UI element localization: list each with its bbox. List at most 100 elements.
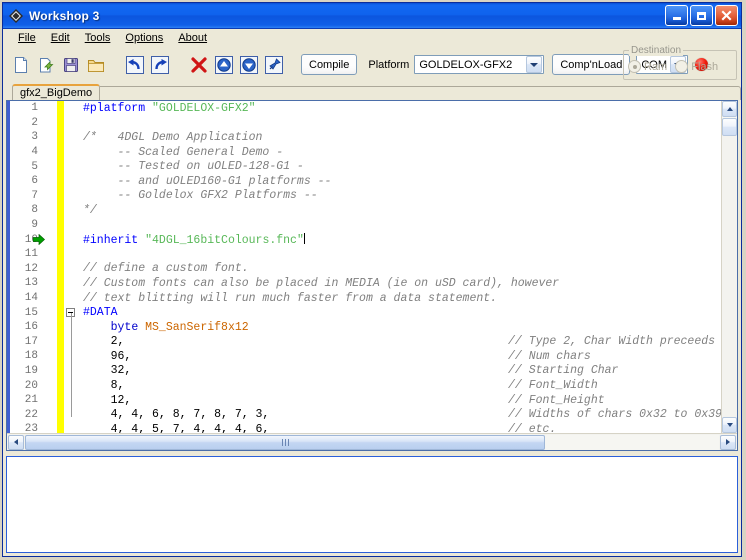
- bookmark-button[interactable]: [262, 53, 286, 77]
- editor-left-margin: [7, 101, 10, 433]
- line-number: 1: [31, 102, 38, 115]
- scroll-left-button[interactable]: [8, 434, 24, 450]
- code-line: 1 #platform "GOLDELOX-GFX2": [7, 101, 721, 116]
- code-token: -- Tested on uOLED-128-G1 -: [83, 160, 304, 174]
- redo-button[interactable]: [148, 53, 172, 77]
- chevron-right-icon: [726, 439, 730, 445]
- destination-radio-ram[interactable]: Ram: [628, 60, 667, 73]
- open-file-button[interactable]: [34, 53, 58, 77]
- compile-button[interactable]: Compile: [301, 54, 358, 75]
- code-line-text: // define a custom font.: [77, 262, 721, 275]
- code-text-area[interactable]: 1 #platform "GOLDELOX-GFX2" 2 3/* 4DGL Demo…: [7, 101, 721, 433]
- nav-down-button[interactable]: [237, 53, 261, 77]
- minimize-button[interactable]: [665, 5, 688, 26]
- editor-vertical-scrollbar[interactable]: [721, 101, 737, 433]
- editor-horizontal-scrollbar[interactable]: [7, 433, 737, 450]
- delete-button[interactable]: [187, 53, 211, 77]
- tab-label: gfx2_BigDemo: [20, 87, 93, 99]
- vscroll-thumb[interactable]: [722, 118, 737, 136]
- title-bar: Workshop 3: [3, 3, 741, 29]
- modified-line-bar: [57, 363, 64, 379]
- maximize-button[interactable]: [690, 5, 713, 26]
- vscroll-track[interactable]: [722, 136, 737, 417]
- code-trailing-comment: // Font_Height: [508, 393, 605, 407]
- menu-edit-label: Edit: [50, 32, 70, 44]
- code-token: // define a custom font.: [83, 262, 249, 276]
- code-line: 3 /* 4DGL Demo Application: [7, 130, 721, 145]
- nav-down-icon: [240, 55, 258, 74]
- code-line-text: 4, 4, 5, 7, 4, 4, 4, 6, // etc.: [77, 423, 721, 433]
- code-line-text: #platform "GOLDELOX-GFX2": [77, 102, 721, 115]
- scroll-down-button[interactable]: [722, 417, 737, 433]
- platform-chevron-down-icon[interactable]: [526, 56, 543, 73]
- platform-label: Platform: [368, 58, 410, 71]
- hscroll-track[interactable]: [545, 434, 719, 450]
- line-number: 20: [24, 379, 38, 392]
- code-line: 10 #inherit "4DGL_16bitColours.fnc": [7, 232, 721, 247]
- menu-edit[interactable]: Edit: [44, 30, 78, 46]
- code-line: 17 2, // Type 2, Char Width preceeds ch: [7, 334, 721, 350]
- modified-line-bar: [57, 422, 64, 433]
- editor-tab-strip: gfx2_BigDemo: [3, 82, 741, 100]
- destination-flash-label: Flash: [691, 60, 719, 73]
- code-token: 4, 4, 5, 7, 4, 4, 4, 6,: [83, 422, 270, 433]
- nav-up-button[interactable]: [212, 53, 236, 77]
- modified-line-bar: [57, 319, 64, 335]
- modified-line-bar: [57, 349, 64, 364]
- platform-select[interactable]: GOLDELOX-GFX2: [414, 55, 545, 74]
- code-line-text: 4, 4, 6, 8, 7, 8, 7, 3, // Widths of char…: [77, 408, 721, 421]
- modified-line-bar: [57, 144, 64, 160]
- modified-line-bar: [57, 188, 64, 204]
- compnload-button[interactable]: Comp'nLoad: [552, 54, 631, 75]
- chevron-up-icon: [726, 107, 733, 111]
- line-number: 19: [24, 364, 38, 377]
- code-line: 16 byte MS_SanSerif8x12: [7, 319, 721, 335]
- line-number: 16: [24, 321, 38, 334]
- code-editor-body: 1 #platform "GOLDELOX-GFX2" 2 3/* 4DGL Demo…: [7, 101, 737, 433]
- new-file-button[interactable]: [9, 53, 33, 77]
- hscroll-thumb[interactable]: [25, 434, 545, 450]
- radio-selected-icon: [628, 60, 641, 73]
- folder-button[interactable]: [84, 53, 108, 77]
- code-line-text: #inherit "4DGL_16bitColours.fnc": [77, 232, 721, 247]
- code-line-text: byte MS_SanSerif8x12: [77, 321, 721, 334]
- code-line: 18 96, // Num chars: [7, 349, 721, 364]
- menu-tools[interactable]: Tools: [78, 30, 119, 46]
- tab-gfx2-bigdemo[interactable]: gfx2_BigDemo: [12, 84, 101, 100]
- panel-divider: [3, 451, 741, 453]
- scroll-right-button[interactable]: [720, 434, 736, 450]
- code-trailing-comment: // etc.: [508, 422, 557, 433]
- menu-options[interactable]: Options: [118, 30, 171, 46]
- code-line: 19 32, // Starting Char: [7, 363, 721, 379]
- line-marker-gutter[interactable]: [33, 234, 57, 246]
- line-number: 17: [24, 335, 38, 348]
- code-line-text: #DATA: [77, 306, 721, 319]
- save-file-button[interactable]: [59, 53, 83, 77]
- menu-about[interactable]: About: [171, 30, 215, 46]
- code-fold-gutter[interactable]: [64, 308, 77, 418]
- menu-file[interactable]: File: [11, 30, 44, 46]
- save-file-icon: [64, 57, 78, 72]
- line-number: 2: [31, 116, 38, 129]
- modified-line-bar: [57, 173, 64, 189]
- output-panel[interactable]: [6, 456, 738, 553]
- modified-line-bar: [57, 334, 64, 350]
- hscroll-grip-icon: [281, 438, 289, 446]
- undo-button[interactable]: [123, 53, 147, 77]
- destination-radio-flash[interactable]: Flash: [675, 60, 718, 73]
- line-number: 3: [31, 131, 38, 144]
- code-line-text: -- Tested on uOLED-128-G1 -: [77, 160, 721, 173]
- modified-line-bar: [57, 305, 64, 320]
- tab-strip-filler: [100, 86, 741, 100]
- code-token: #inherit: [83, 233, 146, 247]
- modified-line-bar: [57, 261, 64, 277]
- code-line: 5 -- Tested on uOLED-128-G1 -: [7, 159, 721, 174]
- code-line: 11: [7, 246, 721, 262]
- close-button[interactable]: [715, 5, 738, 26]
- radio-unselected-icon: [675, 60, 689, 73]
- new-file-icon: [15, 56, 27, 73]
- code-line-text: // Custom fonts can also be placed in ME…: [77, 277, 721, 290]
- modified-line-bar: [57, 290, 64, 306]
- line-number: 15: [24, 306, 38, 319]
- scroll-up-button[interactable]: [722, 101, 737, 117]
